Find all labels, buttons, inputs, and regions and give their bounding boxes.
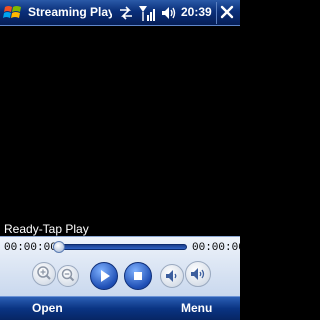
start-button[interactable] <box>2 3 24 23</box>
window-title: Streaming Playe <box>28 5 112 19</box>
zoom-out-button[interactable] <box>57 265 79 287</box>
zoom-in-icon <box>37 266 51 280</box>
volume-up-button[interactable] <box>185 261 211 287</box>
windows-start-icon <box>3 6 21 18</box>
clock[interactable]: 20:39 <box>181 5 212 19</box>
open-softkey[interactable]: Open <box>32 301 63 315</box>
total-time: 00:00:00 <box>192 242 245 254</box>
control-panel: 00:00:00 00:00:00 <box>0 236 245 296</box>
play-icon <box>101 270 110 282</box>
close-button[interactable] <box>216 2 238 24</box>
volume-up-icon <box>191 268 205 280</box>
elapsed-time: 00:00:00 <box>4 242 57 254</box>
title-bar: Streaming Playe 20:39 <box>0 0 240 26</box>
video-display[interactable] <box>0 26 240 222</box>
volume-down-button[interactable] <box>160 264 184 288</box>
status-text: Ready-Tap Play <box>4 222 89 236</box>
stop-button[interactable] <box>124 262 152 290</box>
seek-track[interactable] <box>53 244 187 250</box>
stop-icon <box>134 272 142 280</box>
volume-down-icon <box>166 270 177 282</box>
signal-strength-icon[interactable] <box>138 4 158 22</box>
zoom-out-icon <box>61 268 75 282</box>
play-button[interactable] <box>90 262 118 290</box>
close-icon <box>220 5 234 19</box>
zoom-in-button[interactable] <box>32 262 56 286</box>
seek-bar[interactable] <box>53 241 187 253</box>
volume-icon[interactable] <box>160 4 178 22</box>
menu-softkey[interactable]: Menu <box>181 301 212 315</box>
network-sync-icon[interactable] <box>118 4 134 22</box>
softkey-bar: Open Menu <box>0 296 240 320</box>
seek-thumb[interactable] <box>53 241 65 253</box>
